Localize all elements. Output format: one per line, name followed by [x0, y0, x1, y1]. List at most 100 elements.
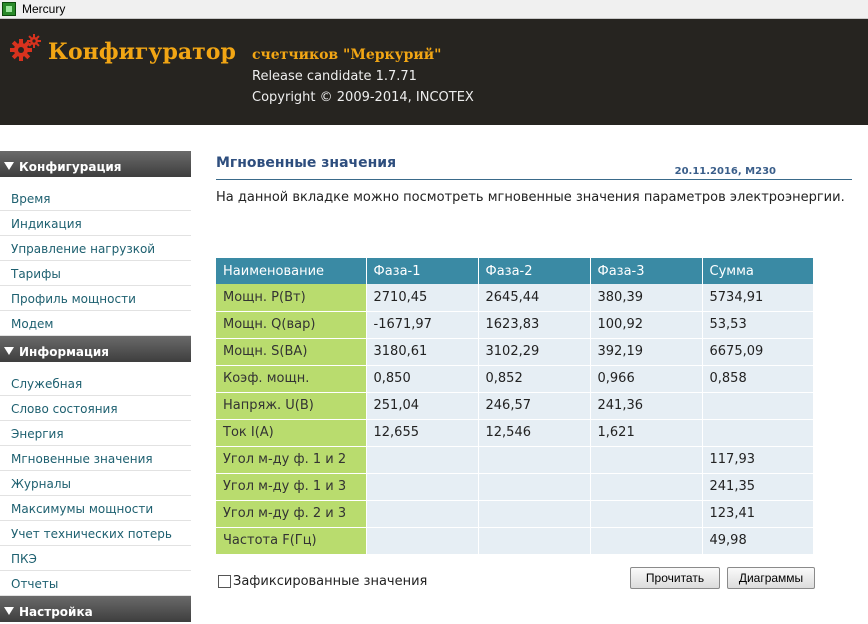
value-cell: 123,41	[702, 500, 814, 528]
row-name-cell: Мощн. Q(вар)	[216, 311, 367, 339]
release-label: Release candidate 1.7.71	[252, 69, 417, 84]
row-name-cell: Угол м-ду ф. 1 и 2	[216, 446, 367, 474]
value-cell: 251,04	[366, 392, 479, 420]
value-cell	[702, 419, 814, 447]
sidebar-item-tariffs[interactable]: Тарифы	[0, 261, 191, 286]
table-row: Напряж. U(В) 251,04 246,57 241,36	[216, 392, 814, 420]
page-meta: 20.11.2016, M230	[674, 166, 776, 177]
table-row: Угол м-ду ф. 1 и 2 117,93	[216, 446, 814, 474]
sidebar-item-technical-losses[interactable]: Учет технических потерь	[0, 521, 191, 546]
window-title-bar[interactable]: Mercury	[0, 0, 868, 19]
value-cell	[478, 500, 591, 528]
value-cell: 2645,44	[478, 284, 591, 312]
table-row: Коэф. мощн. 0,850 0,852 0,966 0,858	[216, 365, 814, 393]
read-button[interactable]: Прочитать	[630, 567, 720, 589]
sidebar-section-settings[interactable]: Настройка	[0, 596, 191, 622]
column-header: Сумма	[702, 258, 814, 284]
table-row: Угол м-ду ф. 1 и 3 241,35	[216, 473, 814, 501]
sidebar-item-time[interactable]: Время	[0, 186, 191, 211]
window-title: Mercury	[22, 2, 66, 16]
sidebar-item-logs[interactable]: Журналы	[0, 471, 191, 496]
row-name-cell: Частота F(Гц)	[216, 527, 367, 555]
sidebar-item-power-profile[interactable]: Профиль мощности	[0, 286, 191, 311]
row-name-cell: Мощн. P(Вт)	[216, 284, 367, 312]
value-cell	[590, 446, 703, 474]
page-description: На данной вкладке можно посмотреть мгнов…	[216, 190, 845, 205]
table-row: Угол м-ду ф. 2 и 3 123,41	[216, 500, 814, 528]
value-cell	[366, 527, 479, 555]
table-header-row: Наименование Фаза-1 Фаза-2 Фаза-3 Сумма	[216, 258, 814, 284]
value-cell	[590, 473, 703, 501]
sidebar-section-title: Информация	[19, 345, 109, 359]
value-cell: 100,92	[590, 311, 703, 339]
triangle-down-icon	[4, 607, 14, 615]
sidebar-item-reports[interactable]: Отчеты	[0, 571, 191, 596]
value-cell: -1671,97	[366, 311, 479, 339]
table-row: Частота F(Гц) 49,98	[216, 527, 814, 555]
sidebar-section-title: Настройка	[19, 605, 93, 619]
charts-button[interactable]: Диаграммы	[727, 567, 815, 589]
value-cell	[478, 473, 591, 501]
app-header: Конфигуратор счетчиков "Меркурий" Releas…	[0, 19, 868, 125]
value-cell: 12,546	[478, 419, 591, 447]
column-header: Фаза-1	[366, 258, 479, 284]
sidebar-item-indication[interactable]: Индикация	[0, 211, 191, 236]
sidebar-item-pke[interactable]: ПКЭ	[0, 546, 191, 571]
table-row: Мощн. P(Вт) 2710,45 2645,44 380,39 5734,91	[216, 284, 814, 312]
value-cell: 5734,91	[702, 284, 814, 312]
value-cell: 3180,61	[366, 338, 479, 366]
value-cell	[366, 446, 479, 474]
table-body: Мощн. P(Вт) 2710,45 2645,44 380,39 5734,91 Мо…	[216, 284, 814, 555]
column-header: Фаза-2	[478, 258, 591, 284]
sidebar-item-power-maximums[interactable]: Максимумы мощности	[0, 496, 191, 521]
title-divider	[216, 179, 852, 180]
value-cell: 0,850	[366, 365, 479, 393]
sidebar-item-service[interactable]: Служебная	[0, 371, 191, 396]
sidebar-item-modem[interactable]: Модем	[0, 311, 191, 336]
value-cell	[478, 446, 591, 474]
fixed-values-label[interactable]: Зафиксированные значения	[233, 574, 427, 589]
value-cell: 0,966	[590, 365, 703, 393]
sidebar-section-title: Конфигурация	[19, 160, 122, 174]
triangle-down-icon	[4, 162, 14, 170]
value-cell: 246,57	[478, 392, 591, 420]
column-header: Наименование	[216, 258, 367, 284]
value-cell: 0,858	[702, 365, 814, 393]
sidebar-item-energy[interactable]: Энергия	[0, 421, 191, 446]
row-name-cell: Угол м-ду ф. 1 и 3	[216, 473, 367, 501]
value-cell	[590, 527, 703, 555]
column-header: Фаза-3	[590, 258, 703, 284]
value-cell	[702, 392, 814, 420]
sidebar: Конфигурация Время Индикация Управление …	[0, 151, 191, 622]
value-cell: 1623,83	[478, 311, 591, 339]
value-cell: 0,852	[478, 365, 591, 393]
sidebar-item-instant-values[interactable]: Мгновенные значения	[0, 446, 191, 471]
copyright-label: Copyright © 2009-2014, INCOTEX	[252, 90, 474, 105]
app-subtitle: счетчиков "Меркурий"	[252, 47, 442, 63]
value-cell: 380,39	[590, 284, 703, 312]
sidebar-item-load-control[interactable]: Управление нагрузкой	[0, 236, 191, 261]
sidebar-section-information[interactable]: Информация	[0, 336, 191, 362]
table-row: Ток I(А) 12,655 12,546 1,621	[216, 419, 814, 447]
sidebar-item-status-word[interactable]: Слово состояния	[0, 396, 191, 421]
row-name-cell: Ток I(А)	[216, 419, 367, 447]
app-title: Конфигуратор	[48, 39, 236, 65]
row-name-cell: Мощн. S(ВА)	[216, 338, 367, 366]
fixed-values-checkbox[interactable]	[218, 575, 231, 588]
value-cell	[366, 473, 479, 501]
table-row: Мощн. Q(вар) -1671,97 1623,83 100,92 53,53	[216, 311, 814, 339]
table-row: Мощн. S(ВА) 3180,61 3102,29 392,19 6675,09	[216, 338, 814, 366]
value-cell: 1,621	[590, 419, 703, 447]
value-cell: 241,35	[702, 473, 814, 501]
value-cell	[478, 527, 591, 555]
value-cell: 117,93	[702, 446, 814, 474]
value-cell: 3102,29	[478, 338, 591, 366]
value-cell: 49,98	[702, 527, 814, 555]
value-cell: 6675,09	[702, 338, 814, 366]
sidebar-section-configuration[interactable]: Конфигурация	[0, 151, 191, 177]
row-name-cell: Коэф. мощн.	[216, 365, 367, 393]
value-cell: 241,36	[590, 392, 703, 420]
row-name-cell: Напряж. U(В)	[216, 392, 367, 420]
gear-icon	[10, 34, 41, 61]
app-icon	[2, 2, 16, 16]
